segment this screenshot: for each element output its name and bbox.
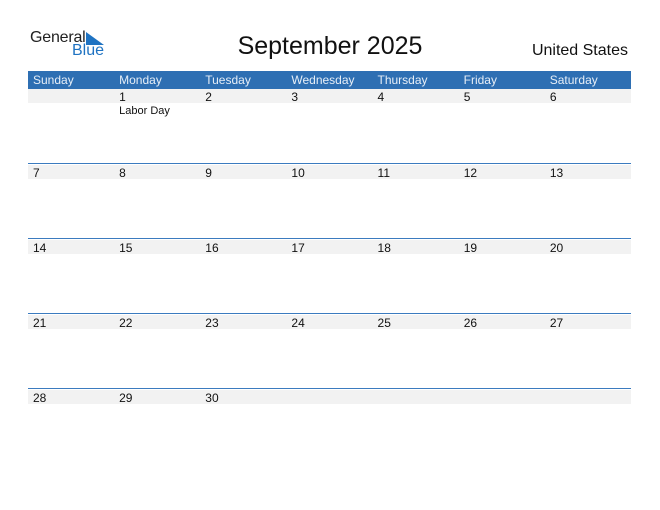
- day-number: 15: [119, 241, 133, 255]
- weekday-wednesday: Wednesday: [291, 73, 355, 87]
- day-number: 10: [291, 166, 305, 180]
- day-cell: 27: [545, 314, 631, 388]
- day-number: 20: [549, 241, 564, 255]
- day-number: 19: [463, 241, 478, 255]
- week-row: 14 15 16 17 18 19 20: [28, 238, 631, 314]
- day-cell: [545, 389, 631, 463]
- day-cell: [286, 389, 372, 463]
- day-number: 26: [463, 316, 478, 330]
- day-cell: 29: [114, 389, 200, 463]
- day-number: 7: [33, 166, 40, 180]
- day-number: 25: [377, 316, 391, 330]
- day-cell: 11: [373, 164, 459, 238]
- weekday-monday: Monday: [119, 73, 162, 87]
- day-cell: 2: [200, 88, 286, 162]
- holiday-label: Labor Day: [119, 105, 170, 117]
- day-number: 30: [205, 391, 219, 405]
- country-label: United States: [531, 42, 628, 59]
- day-cell: 25: [373, 314, 459, 388]
- day-cell: 17: [286, 239, 372, 313]
- day-cell: 10: [286, 164, 372, 238]
- week-row: 21 22 23 24 25 26 27: [28, 313, 631, 389]
- day-cell: 14: [28, 239, 114, 313]
- day-number: 16: [205, 241, 219, 255]
- day-number: 2: [205, 90, 212, 104]
- day-number: 21: [33, 316, 47, 330]
- day-number: 5: [463, 90, 471, 104]
- day-number: 22: [119, 316, 133, 330]
- day-number: 23: [205, 316, 219, 330]
- day-cell: 28: [28, 389, 114, 463]
- day-number: 17: [291, 241, 305, 255]
- day-cell: 22: [114, 314, 200, 388]
- day-cell: 16: [200, 239, 286, 313]
- weekday-sunday: Sunday: [33, 73, 74, 87]
- weekday-thursday: Thursday: [377, 73, 428, 87]
- day-number: 3: [291, 90, 299, 104]
- day-cell: 9: [200, 164, 286, 238]
- day-number: 29: [119, 391, 133, 405]
- day-cell: 12: [459, 164, 545, 238]
- day-number: 9: [205, 166, 212, 180]
- week-row: 28 29 30: [28, 388, 631, 464]
- day-cell: 5: [459, 88, 545, 162]
- week-row: 7 8 9 10 11 12 13: [28, 163, 631, 239]
- day-cell: 18: [373, 239, 459, 313]
- day-cell: 3: [286, 88, 372, 162]
- day-cell: 30: [200, 389, 286, 463]
- weekday-header: Sunday Monday Tuesday Wednesday Thursday…: [28, 71, 631, 89]
- day-cell: 8: [114, 164, 200, 238]
- day-cell: 15: [114, 239, 200, 313]
- day-cell: 23: [200, 314, 286, 388]
- weekday-saturday: Saturday: [549, 73, 598, 87]
- day-number: 8: [119, 166, 126, 180]
- weekday-friday: Friday: [463, 73, 497, 87]
- day-cell: [28, 88, 114, 162]
- day-cell: 13: [545, 164, 631, 238]
- day-cell: [373, 389, 459, 463]
- weekday-tuesday: Tuesday: [205, 73, 251, 87]
- day-cell: 1 Labor Day: [114, 88, 200, 162]
- day-number: 12: [463, 166, 478, 180]
- day-cell: 20: [545, 239, 631, 313]
- week-row: 1 Labor Day 2 3 4 5 6: [28, 88, 631, 163]
- day-cell: 24: [286, 314, 372, 388]
- day-number: 11: [377, 166, 391, 180]
- day-cell: [459, 389, 545, 463]
- day-number: 24: [291, 316, 305, 330]
- day-cell: 6: [545, 88, 631, 162]
- day-number: 13: [549, 166, 564, 180]
- day-number: 27: [549, 316, 564, 330]
- day-cell: 4: [373, 88, 459, 162]
- day-number: 18: [377, 241, 391, 255]
- day-cell: 7: [28, 164, 114, 238]
- day-number: 14: [33, 241, 47, 255]
- day-cell: 21: [28, 314, 114, 388]
- day-number: 1: [119, 90, 126, 104]
- day-cell: 19: [459, 239, 545, 313]
- day-cell: 26: [459, 314, 545, 388]
- calendar-grid: Sunday Monday Tuesday Wednesday Thursday…: [28, 71, 631, 405]
- day-number: 4: [377, 90, 385, 104]
- day-number: 6: [549, 90, 557, 104]
- day-number: 28: [33, 391, 47, 405]
